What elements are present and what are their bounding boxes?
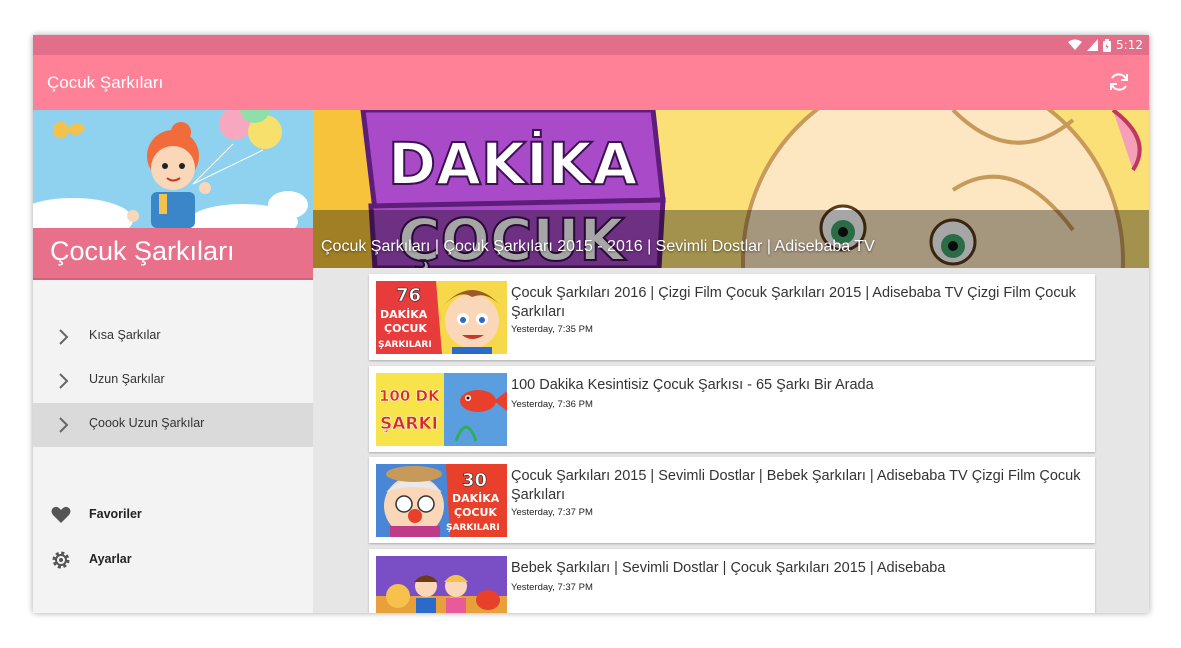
- video-timestamp: Yesterday, 7:37 PM: [511, 507, 593, 518]
- video-timestamp: Yesterday, 7:36 PM: [511, 399, 593, 410]
- signal-icon: [1087, 39, 1099, 51]
- thumbnail-text: 76: [396, 285, 421, 306]
- banner-artwork-text: DAKİKA: [388, 129, 638, 198]
- app-window: 5:12 Çocuk Şarkıları Çocuk Şarkıları Kıs…: [33, 35, 1149, 613]
- main-content: DAKİKA ÇOCUK Çocuk Şarkıları | Çocuk Şar…: [313, 110, 1149, 613]
- navigation-drawer: Çocuk Şarkıları Kısa Şarkılar Uzun Şarkı…: [33, 110, 313, 613]
- video-list-item[interactable]: 30 DAKİKA ÇOCUK ŞARKILARI Çocuk Şarkılar…: [369, 457, 1095, 543]
- banner-caption: Çocuk Şarkıları | Çocuk Şarkıları 2015 -…: [321, 238, 875, 255]
- video-thumbnail: 30 DAKİKA ÇOCUK ŞARKILARI: [376, 464, 507, 537]
- status-icons: 5:12: [1068, 37, 1143, 53]
- nav-item-coook-uzun-sarkilar[interactable]: Çoook Uzun Şarkılar: [33, 403, 313, 447]
- thumbnail-text: ÇOCUK: [384, 322, 427, 335]
- app-title: Çocuk Şarkıları: [47, 73, 164, 92]
- nav-item-kisa-sarkilar[interactable]: Kısa Şarkılar: [33, 315, 313, 359]
- thumbnail-text: 100 DK: [379, 387, 441, 405]
- video-title: Çocuk Şarkıları 2015 | Sevimli Dostlar |…: [511, 468, 1081, 503]
- menu-item-favoriler[interactable]: Favoriler: [33, 494, 313, 534]
- drawer-header: Çocuk Şarkıları: [33, 110, 313, 280]
- app-bar: Çocuk Şarkıları: [33, 55, 1149, 110]
- video-thumbnail: 100 DK ŞARKI: [376, 373, 507, 446]
- nav-item-label: Çoook Uzun Şarkılar: [89, 416, 205, 430]
- nav-item-label: Uzun Şarkılar: [89, 372, 165, 386]
- video-timestamp: Yesterday, 7:35 PM: [511, 324, 593, 335]
- video-list-item[interactable]: 100 DK ŞARKI 100 Dakika Kesintisiz Çocuk…: [369, 366, 1095, 452]
- thumbnail-text: ŞARKILARI: [378, 340, 432, 350]
- video-list-item[interactable]: 76 DAKİKA ÇOCUK ŞARKILARI Çocuk Şarkılar…: [369, 274, 1095, 360]
- thumbnail-text: ŞARKILARI: [446, 523, 500, 533]
- menu-item-ayarlar[interactable]: Ayarlar: [33, 539, 313, 579]
- chevron-right-icon: [59, 329, 69, 345]
- refresh-icon[interactable]: [1107, 70, 1131, 94]
- chevron-right-icon: [59, 373, 69, 389]
- thumbnail-text: ŞARKI: [380, 414, 438, 434]
- video-title: Çocuk Şarkıları 2016 | Çizgi Film Çocuk …: [511, 285, 1076, 320]
- chevron-right-icon: [59, 417, 69, 433]
- menu-item-label: Favoriler: [89, 507, 142, 521]
- thumbnail-text: 30: [462, 470, 487, 491]
- gear-icon: [52, 551, 70, 569]
- battery-icon: [1103, 38, 1112, 52]
- thumbnail-text: ÇOCUK: [454, 506, 497, 519]
- status-time: 5:12: [1116, 38, 1143, 52]
- video-title: Bebek Şarkıları | Sevimli Dostlar | Çocu…: [511, 560, 946, 576]
- nav-item-uzun-sarkilar[interactable]: Uzun Şarkılar: [33, 359, 313, 403]
- menu-item-label: Ayarlar: [89, 552, 132, 566]
- featured-video-banner[interactable]: DAKİKA ÇOCUK Çocuk Şarkıları | Çocuk Şar…: [313, 110, 1149, 268]
- video-title: 100 Dakika Kesintisiz Çocuk Şarkısı - 65…: [511, 377, 874, 393]
- video-list-item[interactable]: Bebek Şarkıları | Sevimli Dostlar | Çocu…: [369, 549, 1095, 613]
- video-thumbnail: [376, 556, 507, 613]
- thumbnail-text: DAKİKA: [452, 491, 500, 505]
- nav-item-label: Kısa Şarkılar: [89, 328, 161, 342]
- status-bar: 5:12: [33, 35, 1149, 55]
- wifi-icon: [1068, 39, 1083, 50]
- thumbnail-text: DAKİKA: [380, 307, 428, 321]
- video-thumbnail: 76 DAKİKA ÇOCUK ŞARKILARI: [376, 281, 507, 354]
- drawer-title: Çocuk Şarkıları: [50, 236, 235, 266]
- video-timestamp: Yesterday, 7:37 PM: [511, 582, 593, 593]
- drawer-header-illustration: [33, 110, 313, 228]
- heart-icon: [51, 506, 71, 523]
